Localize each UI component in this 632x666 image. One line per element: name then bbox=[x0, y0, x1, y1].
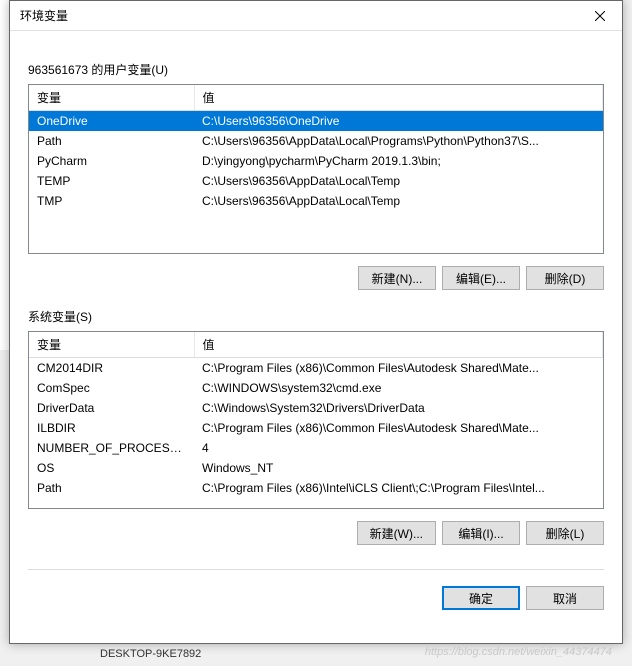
var-value-cell: 4 bbox=[194, 438, 603, 458]
dialog-title: 环境变量 bbox=[20, 7, 577, 24]
sys-col-variable[interactable]: 变量 bbox=[29, 332, 194, 358]
var-name-cell: OS bbox=[29, 458, 194, 478]
var-name-cell: NUMBER_OF_PROCESSORS bbox=[29, 438, 194, 458]
table-row[interactable]: PathC:\Program Files (x86)\Intel\iCLS Cl… bbox=[29, 478, 603, 498]
user-vars-table-wrap[interactable]: 变量 值 OneDriveC:\Users\96356\OneDrivePath… bbox=[28, 84, 604, 254]
table-row[interactable]: CM2014DIRC:\Program Files (x86)\Common F… bbox=[29, 358, 603, 379]
var-value-cell: C:\Program Files (x86)\Common Files\Auto… bbox=[194, 358, 603, 379]
titlebar: 环境变量 bbox=[10, 1, 622, 31]
var-value-cell: C:\Program Files (x86)\Common Files\Auto… bbox=[194, 418, 603, 438]
var-name-cell: TMP bbox=[29, 191, 194, 211]
table-row[interactable]: OSWindows_NT bbox=[29, 458, 603, 478]
var-name-cell: DriverData bbox=[29, 398, 194, 418]
var-name-cell: CM2014DIR bbox=[29, 358, 194, 379]
var-name-cell: TEMP bbox=[29, 171, 194, 191]
table-row[interactable]: PathC:\Users\96356\AppData\Local\Program… bbox=[29, 131, 603, 151]
var-value-cell: C:\WINDOWS\system32\cmd.exe bbox=[194, 378, 603, 398]
system-new-button[interactable]: 新建(W)... bbox=[357, 521, 436, 545]
user-vars-table: 变量 值 OneDriveC:\Users\96356\OneDrivePath… bbox=[29, 85, 603, 211]
system-vars-table-wrap[interactable]: 变量 值 CM2014DIRC:\Program Files (x86)\Com… bbox=[28, 331, 604, 509]
user-edit-button[interactable]: 编辑(E)... bbox=[442, 266, 520, 290]
var-value-cell: Windows_NT bbox=[194, 458, 603, 478]
var-name-cell: Path bbox=[29, 478, 194, 498]
ok-button[interactable]: 确定 bbox=[442, 586, 520, 610]
user-vars-label: 963561673 的用户变量(U) bbox=[28, 61, 604, 78]
var-value-cell: C:\Users\96356\AppData\Local\Temp bbox=[194, 191, 603, 211]
system-edit-button[interactable]: 编辑(I)... bbox=[442, 521, 520, 545]
system-delete-button[interactable]: 删除(L) bbox=[526, 521, 604, 545]
table-row[interactable]: ComSpecC:\WINDOWS\system32\cmd.exe bbox=[29, 378, 603, 398]
user-new-button[interactable]: 新建(N)... bbox=[358, 266, 436, 290]
system-vars-label: 系统变量(S) bbox=[28, 308, 604, 325]
table-row[interactable]: NUMBER_OF_PROCESSORS4 bbox=[29, 438, 603, 458]
var-value-cell: C:\Program Files (x86)\Intel\iCLS Client… bbox=[194, 478, 603, 498]
close-button[interactable] bbox=[577, 1, 622, 31]
watermark: https://blog.csdn.net/weixin_44374474 bbox=[425, 646, 612, 658]
sys-col-value[interactable]: 值 bbox=[194, 332, 603, 358]
var-value-cell: C:\Users\96356\AppData\Local\Temp bbox=[194, 171, 603, 191]
user-button-row: 新建(N)... 编辑(E)... 删除(D) bbox=[28, 266, 604, 290]
var-name-cell: ComSpec bbox=[29, 378, 194, 398]
var-name-cell: ILBDIR bbox=[29, 418, 194, 438]
var-value-cell: C:\Users\96356\OneDrive bbox=[194, 111, 603, 132]
system-vars-table: 变量 值 CM2014DIRC:\Program Files (x86)\Com… bbox=[29, 332, 603, 498]
user-col-value[interactable]: 值 bbox=[194, 85, 603, 111]
user-delete-button[interactable]: 删除(D) bbox=[526, 266, 604, 290]
var-name-cell: OneDrive bbox=[29, 111, 194, 132]
var-name-cell: PyCharm bbox=[29, 151, 194, 171]
table-row[interactable]: OneDriveC:\Users\96356\OneDrive bbox=[29, 111, 603, 132]
var-value-cell: C:\Users\96356\AppData\Local\Programs\Py… bbox=[194, 131, 603, 151]
cancel-button[interactable]: 取消 bbox=[526, 586, 604, 610]
var-value-cell: C:\Windows\System32\Drivers\DriverData bbox=[194, 398, 603, 418]
table-row[interactable]: DriverDataC:\Windows\System32\Drivers\Dr… bbox=[29, 398, 603, 418]
table-row[interactable]: ILBDIRC:\Program Files (x86)\Common File… bbox=[29, 418, 603, 438]
env-vars-dialog: 环境变量 963561673 的用户变量(U) 变量 值 OneDriveC:\… bbox=[9, 0, 623, 644]
table-row[interactable]: TEMPC:\Users\96356\AppData\Local\Temp bbox=[29, 171, 603, 191]
desktop-name-bg: DESKTOP-9KE7892 bbox=[100, 648, 201, 660]
dialog-body: 963561673 的用户变量(U) 变量 值 OneDriveC:\Users… bbox=[10, 31, 622, 628]
table-row[interactable]: PyCharmD:\yingyong\pycharm\PyCharm 2019.… bbox=[29, 151, 603, 171]
system-button-row: 新建(W)... 编辑(I)... 删除(L) bbox=[28, 521, 604, 545]
var-value-cell: D:\yingyong\pycharm\PyCharm 2019.1.3\bin… bbox=[194, 151, 603, 171]
table-row[interactable]: TMPC:\Users\96356\AppData\Local\Temp bbox=[29, 191, 603, 211]
close-icon bbox=[595, 11, 605, 21]
main-button-row: 确定 取消 bbox=[28, 569, 604, 610]
var-name-cell: Path bbox=[29, 131, 194, 151]
user-col-variable[interactable]: 变量 bbox=[29, 85, 194, 111]
